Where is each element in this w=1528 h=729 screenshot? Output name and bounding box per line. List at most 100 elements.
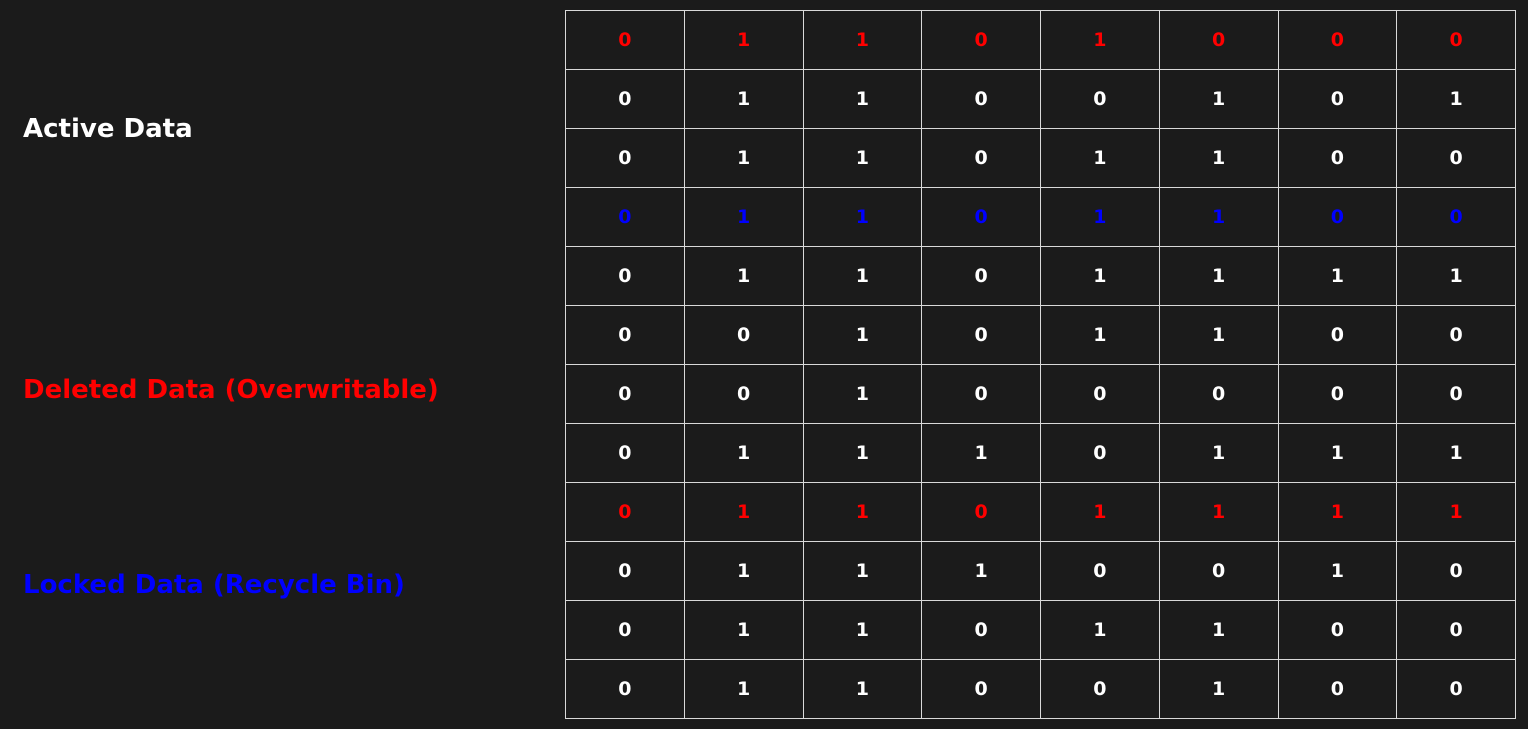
legend-deleted-data: Deleted Data (Overwritable) xyxy=(23,375,439,405)
bit-cell: 1 xyxy=(1041,483,1160,542)
bit-cell: 0 xyxy=(922,660,1041,719)
bit-cell: 1 xyxy=(684,483,804,542)
bit-cell: 0 xyxy=(566,542,685,601)
bit-cell: 0 xyxy=(1041,424,1160,483)
bit-cell: 1 xyxy=(803,70,923,129)
bit-cell: 0 xyxy=(1397,660,1516,719)
bit-cell: 1 xyxy=(1397,424,1516,483)
bit-cell: 1 xyxy=(1159,306,1279,365)
bit-cell: 0 xyxy=(566,11,685,70)
bit-cell: 0 xyxy=(1278,306,1398,365)
bit-cell: 1 xyxy=(803,306,923,365)
bit-cell: 1 xyxy=(684,424,804,483)
bit-cell: 1 xyxy=(1159,188,1279,247)
bit-cell: 0 xyxy=(566,70,685,129)
bit-cell: 1 xyxy=(803,188,923,247)
bit-cell: 1 xyxy=(684,129,804,188)
bit-cell: 1 xyxy=(1159,129,1279,188)
bit-cell: 0 xyxy=(922,247,1041,306)
bit-cell: 1 xyxy=(803,365,923,424)
bit-cell: 0 xyxy=(922,306,1041,365)
bit-cell: 0 xyxy=(684,365,804,424)
bit-cell: 1 xyxy=(1159,660,1279,719)
bit-cell: 1 xyxy=(1397,247,1516,306)
bit-cell: 1 xyxy=(1159,424,1279,483)
bit-cell: 1 xyxy=(922,424,1041,483)
bit-cell: 0 xyxy=(1397,11,1516,70)
legend-locked-data: Locked Data (Recycle Bin) xyxy=(23,570,405,600)
bit-cell: 1 xyxy=(1278,424,1398,483)
bit-cell: 0 xyxy=(922,365,1041,424)
bit-cell: 1 xyxy=(1159,247,1279,306)
bit-cell: 1 xyxy=(684,660,804,719)
bit-cell: 0 xyxy=(1397,365,1516,424)
bit-cell: 0 xyxy=(1397,306,1516,365)
bit-cell: 0 xyxy=(1041,660,1160,719)
bit-cell: 1 xyxy=(1159,483,1279,542)
bit-cell: 1 xyxy=(1278,542,1398,601)
bit-cell: 0 xyxy=(1278,11,1398,70)
bit-cell: 0 xyxy=(1278,70,1398,129)
bit-cell: 1 xyxy=(803,483,923,542)
bit-cell: 0 xyxy=(1278,129,1398,188)
bit-cell: 1 xyxy=(1397,483,1516,542)
bit-cell: 1 xyxy=(684,542,804,601)
bit-cell: 1 xyxy=(684,188,804,247)
bit-cell: 0 xyxy=(1041,542,1160,601)
bit-cell: 1 xyxy=(1041,188,1160,247)
bit-cell: 0 xyxy=(566,188,685,247)
legend-active-data: Active Data xyxy=(23,114,193,144)
bit-cell: 1 xyxy=(803,129,923,188)
bit-cell: 0 xyxy=(566,601,685,660)
bit-cell: 1 xyxy=(1041,247,1160,306)
bit-cell: 0 xyxy=(1397,188,1516,247)
bit-cell: 0 xyxy=(922,483,1041,542)
bit-cell: 1 xyxy=(684,601,804,660)
bit-cell: 0 xyxy=(1278,601,1398,660)
bit-cell: 1 xyxy=(922,542,1041,601)
bit-cell: 0 xyxy=(1159,365,1279,424)
bit-cell: 1 xyxy=(1159,70,1279,129)
bit-cell: 1 xyxy=(684,70,804,129)
bit-cell: 0 xyxy=(566,306,685,365)
bit-cell: 0 xyxy=(566,129,685,188)
bit-cell: 1 xyxy=(803,424,923,483)
bit-cell: 0 xyxy=(922,70,1041,129)
bit-cell: 1 xyxy=(803,542,923,601)
bit-cell: 0 xyxy=(1041,70,1160,129)
bit-cell: 0 xyxy=(1278,365,1398,424)
bit-cell: 1 xyxy=(1041,306,1160,365)
bit-cell: 0 xyxy=(1397,129,1516,188)
bit-cell: 1 xyxy=(1278,247,1398,306)
bit-cell: 0 xyxy=(1278,188,1398,247)
bit-cell: 1 xyxy=(1159,601,1279,660)
bit-cell: 1 xyxy=(803,11,923,70)
bit-cell: 0 xyxy=(1041,365,1160,424)
bit-cell: 1 xyxy=(1397,70,1516,129)
bit-cell: 0 xyxy=(566,365,685,424)
bit-cell: 0 xyxy=(922,601,1041,660)
bit-cell: 0 xyxy=(922,11,1041,70)
bit-grid: 0110100001100101011011000110110001101111… xyxy=(565,10,1516,719)
bit-cell: 0 xyxy=(922,129,1041,188)
bit-cell: 1 xyxy=(1041,129,1160,188)
bit-cell: 0 xyxy=(1159,11,1279,70)
bit-cell: 1 xyxy=(684,11,804,70)
bit-cell: 0 xyxy=(1159,542,1279,601)
bit-cell: 1 xyxy=(803,247,923,306)
bit-cell: 1 xyxy=(803,601,923,660)
bit-cell: 0 xyxy=(566,660,685,719)
bit-cell: 1 xyxy=(684,247,804,306)
bit-cell: 0 xyxy=(566,424,685,483)
bit-cell: 1 xyxy=(1041,11,1160,70)
bit-cell: 0 xyxy=(1278,660,1398,719)
bit-cell: 1 xyxy=(803,660,923,719)
bit-cell: 0 xyxy=(1397,601,1516,660)
bit-cell: 1 xyxy=(1041,601,1160,660)
bit-cell: 0 xyxy=(684,306,804,365)
bit-cell: 1 xyxy=(1278,483,1398,542)
bit-cell: 0 xyxy=(922,188,1041,247)
bit-cell: 0 xyxy=(566,247,685,306)
bit-cell: 0 xyxy=(566,483,685,542)
bit-cell: 0 xyxy=(1397,542,1516,601)
